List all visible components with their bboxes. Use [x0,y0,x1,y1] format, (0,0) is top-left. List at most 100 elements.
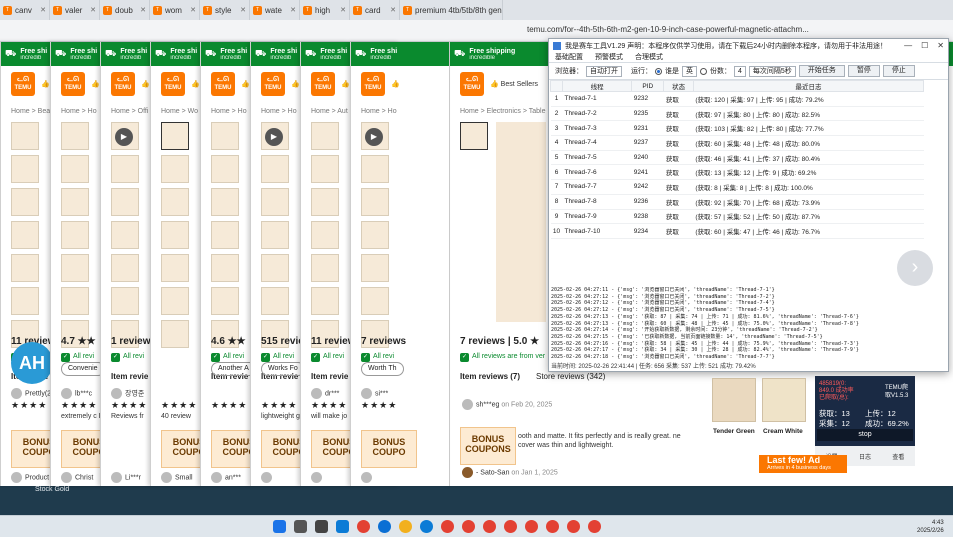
breadcrumb[interactable]: Home > Ho [361,108,397,115]
review-summary[interactable]: 515 revie [261,336,304,347]
interval-select[interactable]: 每次间隔5秒 [748,65,796,77]
product-thumbnail[interactable] [11,287,39,315]
column-header[interactable]: 线程 [561,80,633,92]
temu-logo[interactable]: ᓚᘏ TEMU [460,72,484,96]
product-thumbnail[interactable] [111,188,139,216]
breadcrumb[interactable]: Home > Offi [111,108,148,115]
temu-logo[interactable]: ᓚᘏ TEMU [61,72,85,96]
search-icon[interactable] [294,520,307,533]
product-thumbnail[interactable] [11,188,39,216]
column-header[interactable]: PID [631,80,665,92]
review-summary[interactable]: 11 review [311,336,355,347]
windows-icon[interactable] [273,520,286,533]
review-filter-pill[interactable]: Works Fo [261,362,305,376]
pause-button[interactable]: 暂停 [847,65,880,77]
product-thumbnail[interactable] [261,155,289,183]
store-reviews-tab[interactable]: Store reviews (342) [536,372,605,381]
product-thumbnail[interactable] [61,221,89,249]
last-few-banner[interactable]: Last few! Ad Arrives in 4 business days [759,455,847,473]
product-thumbnail[interactable] [261,221,289,249]
browser-tab[interactable]: Twom ✕ [150,0,200,20]
product-thumbnail[interactable] [61,188,89,216]
bonus-coupons-badge[interactable]: BONUS COUPONS [460,427,516,465]
table-row[interactable]: 7 Thread-7-7 9242 获取 (获取: 8 | 采集: 8 | 上传: 8 … [550,179,924,195]
product-thumbnail[interactable] [111,287,139,315]
breadcrumb[interactable]: Home > Wo [161,108,198,115]
temu-logo[interactable]: ᓚᘏ TEMU [361,72,385,96]
review-summary[interactable]: 7 reviews | 5.0 ★ [460,336,539,347]
product-thumbnail[interactable] [211,254,239,282]
product-thumbnail[interactable] [261,188,289,216]
temu-page[interactable]: ⛟ Free shi incredib ᓚᘏ TEMU 👍 Home > Ho ▶ 7 revi… [350,42,449,486]
product-thumbnail[interactable] [11,254,39,282]
mini-log-button[interactable]: 日志 [859,452,871,461]
product-thumbnail[interactable] [61,122,89,150]
ah-badge[interactable]: AH [11,342,53,384]
menu-item-basic[interactable]: 基础配置 [555,52,583,62]
breadcrumb[interactable]: Home > Bea [11,108,50,115]
menu-item-mode[interactable]: 合理模式 [635,52,663,62]
product-thumbnail[interactable] [261,287,289,315]
product-thumbnail[interactable] [11,155,39,183]
product-thumbnail[interactable] [311,221,339,249]
product-thumbnail[interactable] [211,122,239,150]
close-tab-icon[interactable]: ✕ [140,6,146,14]
breadcrumb[interactable]: Home > Electronics > Table [460,108,545,115]
column-header[interactable]: 最近日志 [692,80,925,92]
breadcrumb[interactable]: Home > Ho [211,108,247,115]
edge-icon[interactable] [420,520,433,533]
product-thumbnail[interactable] [311,287,339,315]
browser-tab[interactable]: Tdoub ✕ [100,0,150,20]
browser-tab[interactable]: Twate ✕ [250,0,300,20]
item-reviews-tab[interactable]: Item revie [111,372,148,381]
browser-select[interactable]: 自动打开 [586,65,622,77]
column-header[interactable] [550,80,563,92]
chrome-icon[interactable] [588,520,601,533]
product-thumbnail[interactable] [161,122,189,150]
product-thumbnail[interactable] [311,155,339,183]
edge-icon[interactable] [336,520,349,533]
close-tab-icon[interactable]: ✕ [240,6,246,14]
product-thumbnail[interactable] [111,221,139,249]
product-thumbnail[interactable] [361,287,389,315]
product-thumbnail[interactable] [11,221,39,249]
play-icon[interactable]: ▶ [265,128,283,146]
table-row[interactable]: 6 Thread-7-6 9241 获取 (获取: 13 | 采集: 12 | 上传: … [550,164,924,181]
product-thumbnail[interactable] [460,122,488,150]
browser-tab[interactable]: Thigh ✕ [300,0,350,20]
swatch-tender-green[interactable] [712,378,756,422]
close-tab-icon[interactable]: ✕ [40,6,46,14]
mini-stop-button[interactable]: stop [817,429,913,441]
product-thumbnail[interactable] [161,320,189,348]
product-thumbnail[interactable] [311,254,339,282]
chrome-icon[interactable] [441,520,454,533]
product-thumbnail[interactable] [161,188,189,216]
item-reviews-tab[interactable]: Item reviews (7) [460,372,520,381]
browser-tab[interactable]: Tcanv ✕ [0,0,50,20]
product-thumbnail[interactable] [361,155,389,183]
product-thumbnail[interactable] [261,254,289,282]
breadcrumb[interactable]: Home > Ho [61,108,97,115]
bonus-coupons-badge[interactable]: BONUS COUPO [361,430,417,468]
count-input[interactable]: 4 [734,65,746,77]
product-thumbnail[interactable] [61,155,89,183]
review-summary[interactable]: 7 reviews [361,336,406,347]
product-thumbnail[interactable] [111,254,139,282]
chrome-icon[interactable] [546,520,559,533]
review-filter-pill[interactable]: Worth Th [361,362,404,376]
play-icon[interactable]: ▶ [115,128,133,146]
table-row[interactable]: 3 Thread-7-3 9231 获取 (获取: 103 | 采集: 82 | 上传:… [550,120,924,137]
column-header[interactable]: 状态 [663,80,694,92]
product-thumbnail[interactable] [361,188,389,216]
table-row[interactable]: 1 Thread-7-1 9232 获取 (获取: 120 | 采集: 97 | 上传:… [550,91,924,107]
play-icon[interactable]: ▶ [365,128,383,146]
close-icon[interactable]: ✕ [937,41,944,50]
count-radio[interactable] [700,67,707,75]
explorer-icon[interactable] [399,520,412,533]
mini-view-button[interactable]: 查看 [892,452,904,461]
close-tab-icon[interactable]: ✕ [290,6,296,14]
menu-item-warning[interactable]: 预警模式 [595,52,623,62]
store-icon[interactable] [378,520,391,533]
product-thumbnail[interactable] [161,155,189,183]
product-thumbnail[interactable] [161,254,189,282]
